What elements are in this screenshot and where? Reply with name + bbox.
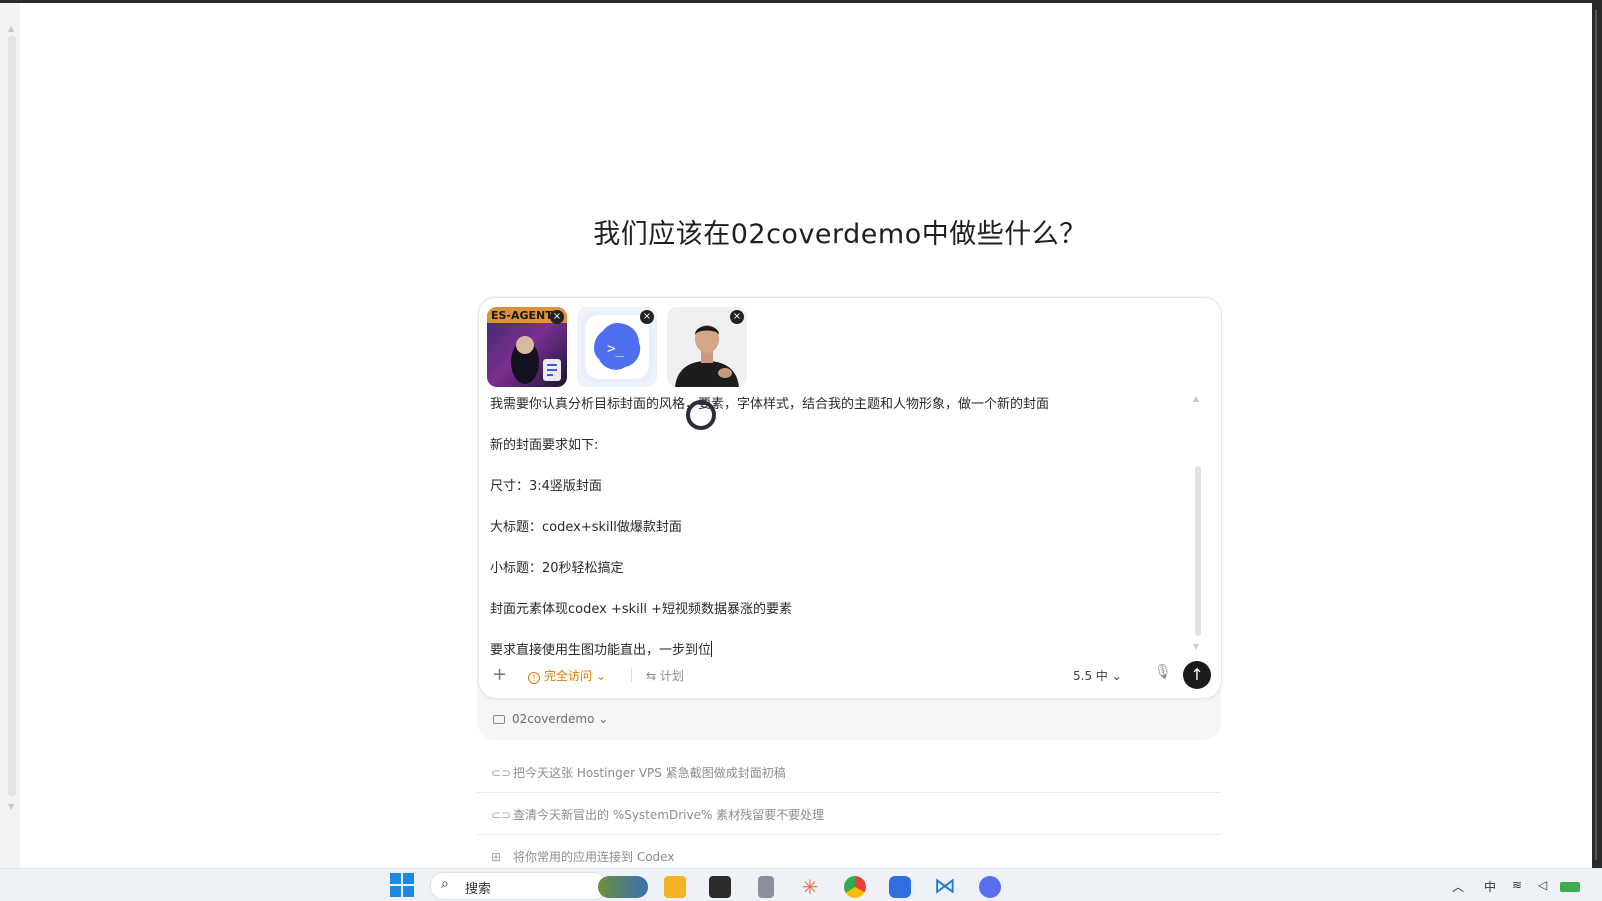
prompt-line-5[interactable]: 小标题：20秒轻松搞定 <box>490 557 624 576</box>
terminal-icon[interactable] <box>709 876 731 898</box>
prompt-scroll-up-icon[interactable]: ▲ <box>1193 394 1199 403</box>
show-hidden-icons-chevron-icon[interactable]: ︿ <box>1452 878 1464 895</box>
prompt-line-1[interactable]: 我需要你认真分析目标封面的风格，要素，字体样式，结合我的主题和人物形象，做一个新… <box>490 393 1049 412</box>
attachment-thumbnail-2[interactable]: >_ × <box>577 307 657 387</box>
model-selector[interactable]: 5.5 中 ⌄ <box>1073 667 1122 684</box>
project-folder-selector[interactable]: 02coverdemo ⌄ <box>493 712 608 726</box>
windows-start-icon[interactable] <box>390 873 414 897</box>
suggestion-item-3[interactable]: ⊞ 将你常用的应用连接到 Codex <box>491 848 1221 865</box>
suggestion-3-label: 将你常用的应用连接到 Codex <box>513 850 675 864</box>
taskbar-search-placeholder: 搜索 <box>465 882 492 897</box>
volume-icon[interactable]: ◁ <box>1538 878 1547 892</box>
input-method-indicator[interactable]: 中 <box>1484 878 1496 895</box>
prompt-line-7[interactable]: 要求直接使用生图功能直出，一步到位 <box>490 639 713 658</box>
mouse-cursor-indicator <box>686 400 716 430</box>
project-folder-label: 02coverdemo <box>512 712 595 726</box>
plan-label: 计划 <box>659 669 684 683</box>
remove-attachment-3-icon[interactable]: × <box>730 310 744 324</box>
battery-icon[interactable] <box>1560 882 1580 892</box>
prompt-line-2[interactable]: 新的封面要求如下: <box>490 434 598 453</box>
apps-grid-icon: ⊞ <box>491 850 502 864</box>
send-button[interactable]: ↑ <box>1183 661 1211 689</box>
suggestion-1-label: 把今天这张 Hostinger VPS 紧急截图做成封面初稿 <box>513 766 786 780</box>
add-attachment-button[interactable]: + <box>492 664 507 685</box>
taskbar-search-box[interactable]: ⌕ 搜索 <box>430 872 607 900</box>
prompt-scroll-down-icon[interactable]: ▼ <box>1193 642 1199 651</box>
prompt-scrollbar[interactable] <box>1195 466 1201 636</box>
plan-button[interactable]: ⇆ 计划 <box>646 667 684 684</box>
link-icon: ⊂⊃ <box>491 808 512 822</box>
text-caret <box>711 641 713 657</box>
toolbar-divider <box>631 668 632 682</box>
page-scrollbar[interactable] <box>8 36 16 796</box>
page-title: 我们应该在02coverdemo中做些什么？ <box>593 219 1087 250</box>
window-top-border <box>0 0 1602 3</box>
file-explorer-icon[interactable] <box>664 876 686 898</box>
suggestion-divider <box>477 792 1221 793</box>
thumbnail-1-overlay: ES-AGENT <box>491 309 553 322</box>
claude-app-icon[interactable]: ✳ <box>799 876 821 898</box>
warning-icon: ! <box>528 672 540 684</box>
right-window-edge <box>1592 3 1602 869</box>
attachment-thumbnail-3[interactable]: × <box>667 307 747 387</box>
suggestion-divider <box>477 834 1221 835</box>
prompt-line-6[interactable]: 封面元素体现codex +skill +短视频数据暴涨的要素 <box>490 598 792 617</box>
microphone-icon[interactable]: 🎙 <box>1154 664 1172 680</box>
prompt-line-7-text: 要求直接使用生图功能直出，一步到位 <box>490 643 712 658</box>
remove-attachment-2-icon[interactable]: × <box>640 310 654 324</box>
chevron-down-icon: ⌄ <box>1111 669 1122 683</box>
right-window-edge-line <box>1595 10 1597 860</box>
folder-icon <box>493 715 505 724</box>
vscode-icon[interactable]: ⋈ <box>934 876 956 898</box>
codex-app-icon[interactable] <box>979 876 1001 898</box>
prompt-line-4[interactable]: 大标题：codex+skill做爆款封面 <box>490 516 682 535</box>
prompt-line-3[interactable]: 尺寸：3:4竖版封面 <box>490 475 602 494</box>
thumbnail-2-overlay: >_ <box>607 341 624 357</box>
suggestion-2-label: 查清今天新冒出的 %SystemDrive% 素材残留要不要处理 <box>513 808 825 822</box>
search-icon: ⌕ <box>441 876 449 892</box>
plan-icon: ⇆ <box>646 669 657 683</box>
chevron-down-icon: ⌄ <box>595 669 606 683</box>
chrome-browser-icon[interactable] <box>844 876 866 898</box>
screen-recorder-icon[interactable] <box>889 876 911 898</box>
suggestion-item-1[interactable]: ⊂⊃ 把今天这张 Hostinger VPS 紧急截图做成封面初稿 <box>491 764 1221 781</box>
suggestion-item-2[interactable]: ⊂⊃ 查清今天新冒出的 %SystemDrive% 素材残留要不要处理 <box>491 806 1221 823</box>
chevron-down-icon: ⌄ <box>598 712 609 726</box>
scroll-up-arrow-icon[interactable]: ▲ <box>8 24 14 33</box>
access-mode-dropdown[interactable]: ! 完全访问 ⌄ <box>528 667 606 684</box>
scroll-down-arrow-icon[interactable]: ▼ <box>8 802 14 811</box>
access-mode-label: 完全访问 <box>544 669 593 683</box>
model-label: 5.5 中 <box>1073 669 1108 683</box>
remove-attachment-1-icon[interactable]: × <box>550 310 564 324</box>
usb-drive-icon[interactable] <box>758 876 774 898</box>
attachment-thumbnail-1[interactable]: ES-AGENT × <box>487 307 567 387</box>
widgets-icon[interactable] <box>598 876 648 898</box>
wifi-icon[interactable]: ≋ <box>1512 878 1522 892</box>
link-icon: ⊂⊃ <box>491 766 512 780</box>
